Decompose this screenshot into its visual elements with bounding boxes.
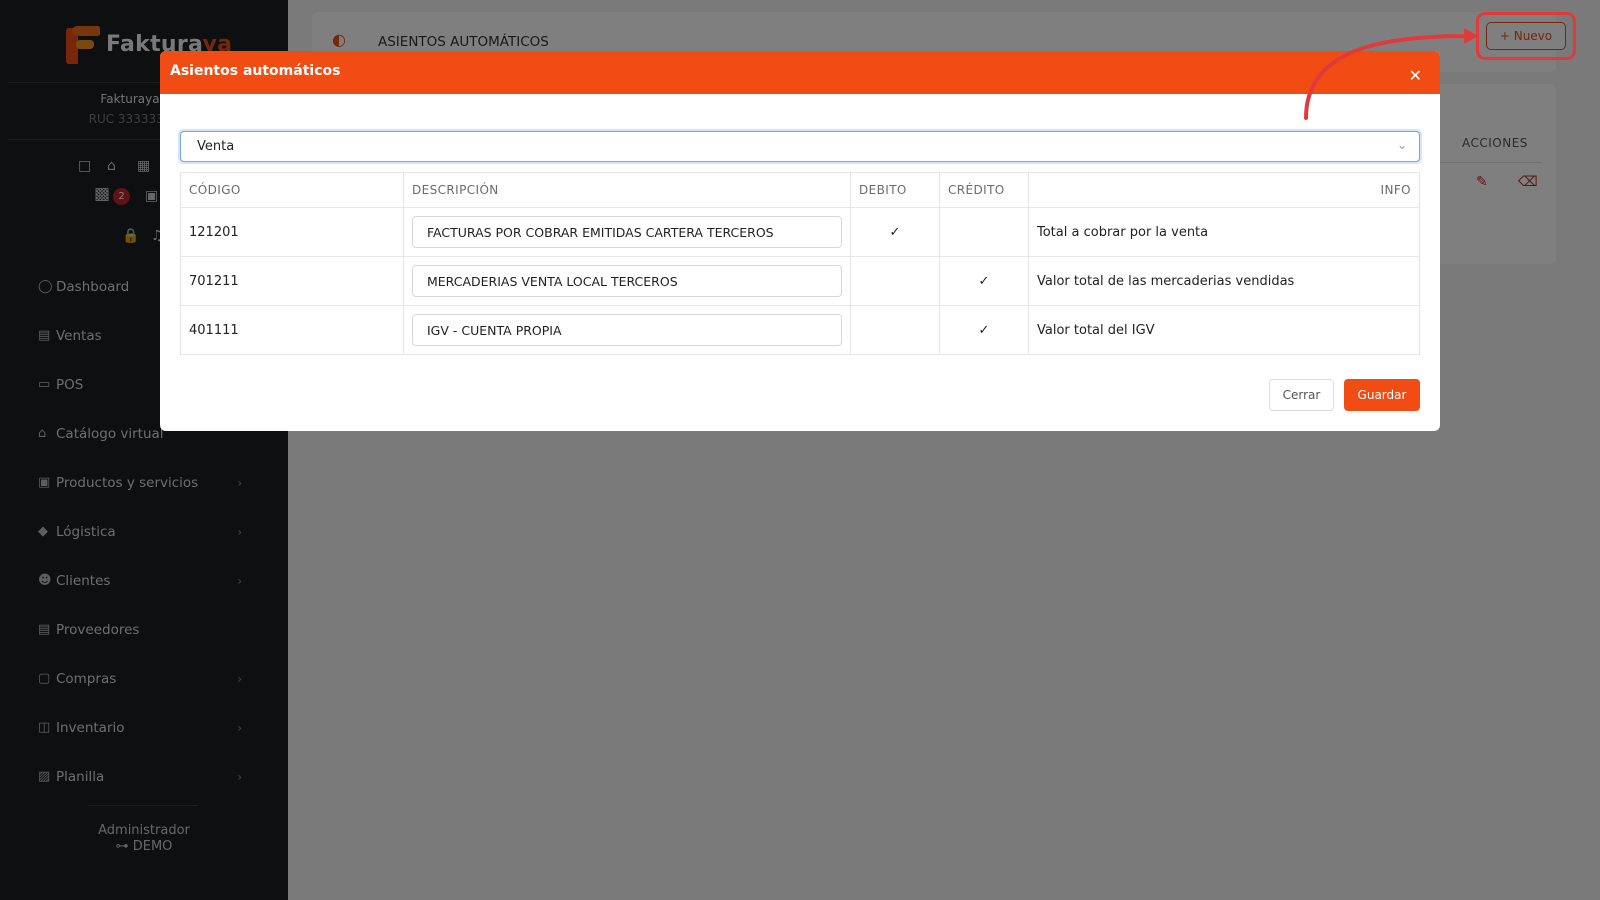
annotation-arrow [1304,28,1478,120]
